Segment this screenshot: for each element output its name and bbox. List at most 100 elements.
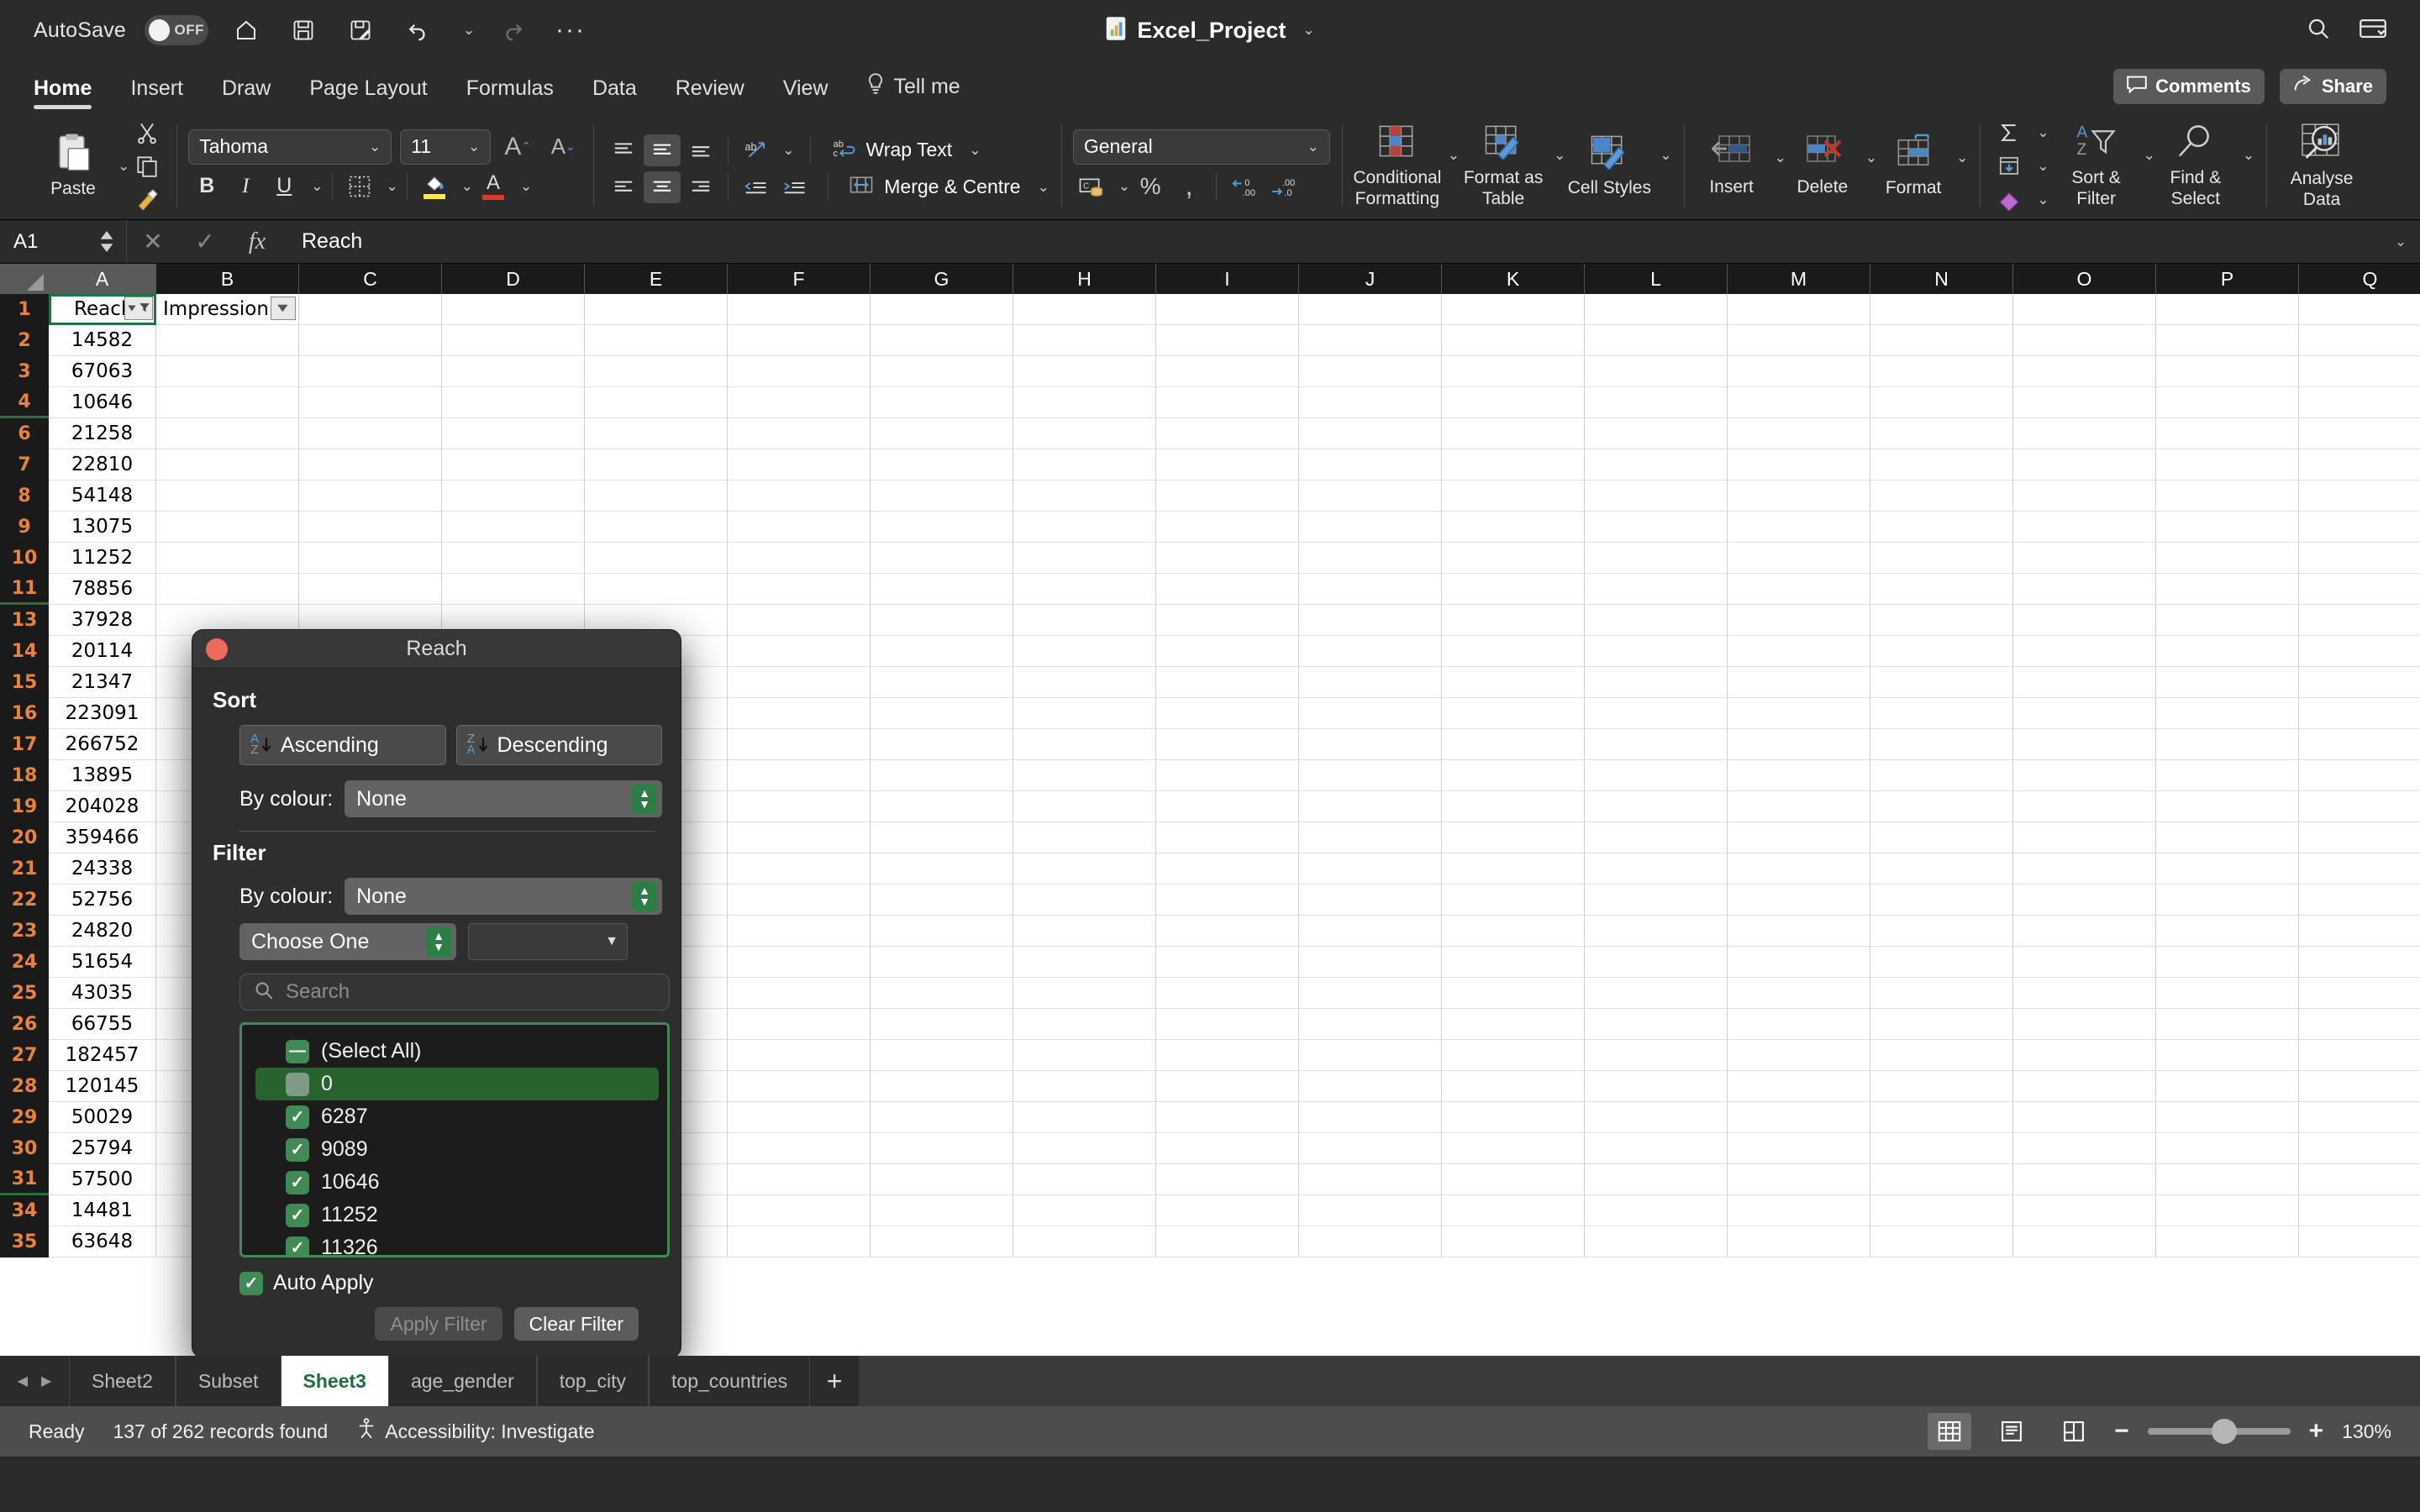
cell-P10[interactable] bbox=[2156, 543, 2299, 574]
cell-H24[interactable] bbox=[1013, 947, 1156, 978]
cell-F16[interactable] bbox=[728, 698, 871, 729]
cell-H2[interactable] bbox=[1013, 325, 1156, 356]
cell-Q35[interactable] bbox=[2299, 1226, 2420, 1257]
orientation-chevron-down-icon[interactable]: ⌄ bbox=[782, 142, 794, 159]
cell-A13[interactable]: 37928 bbox=[49, 605, 156, 636]
cell-N35[interactable] bbox=[1870, 1226, 2013, 1257]
cell-J35[interactable] bbox=[1299, 1226, 1442, 1257]
cell-F22[interactable] bbox=[728, 885, 871, 916]
cell-G15[interactable] bbox=[871, 667, 1013, 698]
cell-K11[interactable] bbox=[1442, 574, 1585, 605]
cell-G34[interactable] bbox=[871, 1195, 1013, 1226]
zoom-slider[interactable] bbox=[2147, 1419, 2291, 1444]
row-header-11[interactable]: 11 bbox=[0, 574, 49, 605]
cell-K15[interactable] bbox=[1442, 667, 1585, 698]
cell-O1[interactable] bbox=[2013, 294, 2156, 325]
cell-N24[interactable] bbox=[1870, 947, 2013, 978]
tab-formulas[interactable]: Formulas bbox=[466, 76, 554, 113]
cell-H13[interactable] bbox=[1013, 605, 1156, 636]
cell-P20[interactable] bbox=[2156, 822, 2299, 853]
cell-I29[interactable] bbox=[1156, 1102, 1299, 1133]
cell-L21[interactable] bbox=[1585, 853, 1728, 885]
autosave-toggle[interactable]: OFF bbox=[145, 15, 209, 45]
cell-Q21[interactable] bbox=[2299, 853, 2420, 885]
cell-N10[interactable] bbox=[1870, 543, 2013, 574]
format-as-table-button[interactable]: Format as Table bbox=[1460, 123, 1547, 208]
cell-K9[interactable] bbox=[1442, 512, 1585, 543]
select-all-corner[interactable] bbox=[0, 264, 49, 294]
cell-N8[interactable] bbox=[1870, 480, 2013, 512]
insert-cells-button[interactable]: Insert bbox=[1696, 134, 1768, 197]
cell-H14[interactable] bbox=[1013, 636, 1156, 667]
cell-K17[interactable] bbox=[1442, 729, 1585, 760]
cell-B1[interactable]: Impression bbox=[156, 294, 299, 325]
cell-P29[interactable] bbox=[2156, 1102, 2299, 1133]
sort-ascending-button[interactable]: AZ Ascending bbox=[239, 725, 446, 765]
cell-J1[interactable] bbox=[1299, 294, 1442, 325]
cell-J27[interactable] bbox=[1299, 1040, 1442, 1071]
cell-J7[interactable] bbox=[1299, 449, 1442, 480]
cell-G3[interactable] bbox=[871, 356, 1013, 387]
cell-E9[interactable] bbox=[585, 512, 728, 543]
cell-Q29[interactable] bbox=[2299, 1102, 2420, 1133]
cell-P27[interactable] bbox=[2156, 1040, 2299, 1071]
filter-list-item[interactable]: ✓ 10646 bbox=[242, 1166, 667, 1199]
sheet-tab-top_city[interactable]: top_city bbox=[536, 1356, 650, 1406]
find-select-chevron-down-icon[interactable]: ⌄ bbox=[2243, 147, 2254, 164]
align-centre-icon[interactable] bbox=[644, 171, 681, 203]
cell-A22[interactable]: 52756 bbox=[49, 885, 156, 916]
analyse-data-button[interactable]: Analyse Data bbox=[2278, 122, 2365, 209]
cut-icon[interactable] bbox=[129, 118, 165, 147]
cell-O30[interactable] bbox=[2013, 1133, 2156, 1164]
row-header-17[interactable]: 17 bbox=[0, 729, 49, 760]
zoom-in-button[interactable]: + bbox=[2309, 1417, 2324, 1446]
cell-F24[interactable] bbox=[728, 947, 871, 978]
row-header-21[interactable]: 21 bbox=[0, 853, 49, 885]
increase-decimal-icon[interactable]: 0.00 bbox=[1225, 170, 1262, 203]
autosum-icon[interactable] bbox=[1991, 118, 2027, 147]
cell-I11[interactable] bbox=[1156, 574, 1299, 605]
cell-M27[interactable] bbox=[1728, 1040, 1870, 1071]
cell-Q31[interactable] bbox=[2299, 1164, 2420, 1195]
cell-J24[interactable] bbox=[1299, 947, 1442, 978]
cell-F10[interactable] bbox=[728, 543, 871, 574]
cell-O22[interactable] bbox=[2013, 885, 2156, 916]
cell-O20[interactable] bbox=[2013, 822, 2156, 853]
cell-N31[interactable] bbox=[1870, 1164, 2013, 1195]
cell-H15[interactable] bbox=[1013, 667, 1156, 698]
cell-L23[interactable] bbox=[1585, 916, 1728, 947]
cell-I19[interactable] bbox=[1156, 791, 1299, 822]
cell-P26[interactable] bbox=[2156, 1009, 2299, 1040]
row-header-1[interactable]: 1 bbox=[0, 294, 49, 325]
cell-N25[interactable] bbox=[1870, 978, 2013, 1009]
fill-icon[interactable] bbox=[1991, 152, 2027, 181]
row-header-10[interactable]: 10 bbox=[0, 543, 49, 574]
cell-O25[interactable] bbox=[2013, 978, 2156, 1009]
filter-item-checkbox[interactable] bbox=[286, 1072, 309, 1096]
cell-K13[interactable] bbox=[1442, 605, 1585, 636]
cell-K25[interactable] bbox=[1442, 978, 1585, 1009]
cell-J6[interactable] bbox=[1299, 418, 1442, 449]
cell-P6[interactable] bbox=[2156, 418, 2299, 449]
cell-F18[interactable] bbox=[728, 760, 871, 791]
cell-A16[interactable]: 223091 bbox=[49, 698, 156, 729]
cell-L19[interactable] bbox=[1585, 791, 1728, 822]
cell-J17[interactable] bbox=[1299, 729, 1442, 760]
delete-cells-chevron-down-icon[interactable]: ⌄ bbox=[1865, 150, 1877, 166]
cell-D2[interactable] bbox=[442, 325, 585, 356]
cell-H28[interactable] bbox=[1013, 1071, 1156, 1102]
filter-item-checkbox[interactable]: ✓ bbox=[286, 1203, 309, 1227]
cell-C3[interactable] bbox=[299, 356, 442, 387]
row-header-28[interactable]: 28 bbox=[0, 1071, 49, 1102]
cell-L25[interactable] bbox=[1585, 978, 1728, 1009]
paste-chevron-down-icon[interactable]: ⌄ bbox=[118, 158, 129, 175]
cell-Q19[interactable] bbox=[2299, 791, 2420, 822]
cell-G17[interactable] bbox=[871, 729, 1013, 760]
column-header-F[interactable]: F bbox=[728, 264, 871, 294]
cell-D9[interactable] bbox=[442, 512, 585, 543]
row-header-26[interactable]: 26 bbox=[0, 1009, 49, 1040]
previous-sheet-icon[interactable]: ◀ bbox=[18, 1373, 28, 1389]
cell-I35[interactable] bbox=[1156, 1226, 1299, 1257]
italic-button[interactable]: I bbox=[227, 170, 264, 203]
cell-C7[interactable] bbox=[299, 449, 442, 480]
